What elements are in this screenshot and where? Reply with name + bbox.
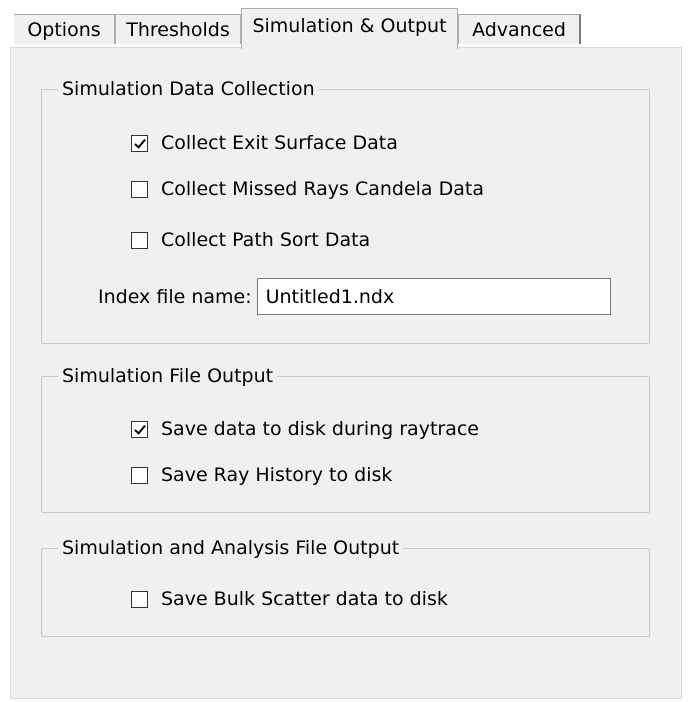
checkbox-label: Collect Exit Surface Data (161, 132, 398, 154)
group-title: Simulation Data Collection (58, 77, 319, 101)
checkbox-label: Collect Missed Rays Candela Data (161, 178, 484, 200)
tab-thresholds[interactable]: Thresholds (115, 14, 241, 44)
index-file-input[interactable] (256, 278, 611, 315)
tab-advanced[interactable]: Advanced (458, 14, 581, 44)
checkbox-box[interactable] (131, 134, 148, 152)
checkbox-label: Save data to disk during raytrace (161, 418, 479, 440)
simulation-file-output-group: Simulation File Output Save data to disk… (41, 364, 650, 513)
checkbox-label: Save Bulk Scatter data to disk (161, 588, 448, 610)
tab-strip: Options Thresholds Simulation & Output A… (0, 0, 693, 49)
index-file-row: Index file name: (98, 278, 611, 315)
tab-options-label: Options (27, 18, 101, 41)
tab-panel: Simulation Data Collection Collect Exit … (10, 47, 682, 699)
collect-path-sort-checkbox[interactable]: Collect Path Sort Data (131, 229, 370, 251)
save-bulk-scatter-checkbox[interactable]: Save Bulk Scatter data to disk (131, 588, 448, 610)
tab-simulation-output[interactable]: Simulation & Output (241, 8, 458, 49)
check-mark-icon (134, 421, 146, 435)
simulation-analysis-output-group: Simulation and Analysis File Output Save… (41, 536, 650, 637)
checkbox-box[interactable] (131, 180, 148, 198)
save-ray-history-checkbox[interactable]: Save Ray History to disk (131, 464, 392, 486)
index-file-label: Index file name: (98, 285, 252, 308)
simulation-data-collection-group: Simulation Data Collection Collect Exit … (41, 77, 650, 344)
checkbox-label: Save Ray History to disk (161, 464, 393, 486)
save-during-raytrace-checkbox[interactable]: Save data to disk during raytrace (131, 418, 479, 440)
tab-advanced-label: Advanced (472, 18, 566, 41)
check-mark-icon (134, 135, 146, 149)
checkbox-box[interactable] (131, 420, 148, 438)
group-title: Simulation and Analysis File Output (58, 536, 404, 560)
checkbox-box[interactable] (131, 466, 148, 484)
checkbox-label: Collect Path Sort Data (161, 229, 371, 251)
collect-missed-rays-checkbox[interactable]: Collect Missed Rays Candela Data (131, 178, 484, 200)
group-title: Simulation File Output (58, 364, 278, 388)
checkbox-box[interactable] (131, 590, 148, 608)
tab-options[interactable]: Options (14, 14, 115, 44)
checkbox-box[interactable] (131, 231, 148, 249)
tab-thresholds-label: Thresholds (126, 18, 230, 41)
collect-exit-surface-checkbox[interactable]: Collect Exit Surface Data (131, 132, 398, 154)
tab-simulation-output-label: Simulation & Output (252, 15, 447, 37)
